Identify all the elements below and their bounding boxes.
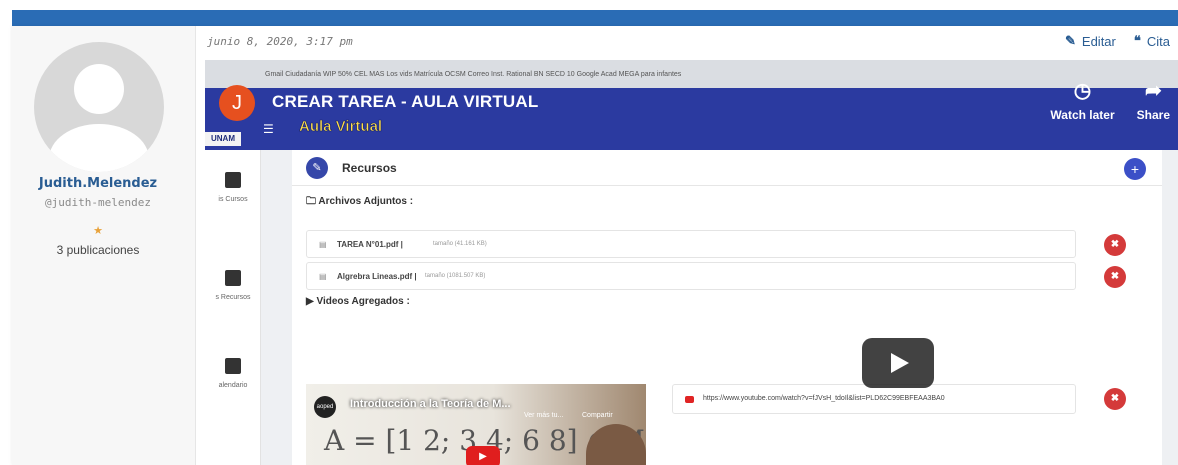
watch-later-label: Watch later — [1050, 108, 1115, 122]
star-icon: ★ — [93, 225, 103, 237]
avatar-head-shape — [74, 64, 124, 114]
thumbnail-share[interactable]: Compartir — [582, 412, 613, 419]
nav-label: alendario — [218, 382, 248, 389]
video-link-row[interactable]: https://www.youtube.com/watch?v=fJVsH_td… — [672, 384, 1076, 414]
nav-item-recursos[interactable]: s Recursos — [205, 270, 261, 301]
video-title[interactable]: CREAR TAREA - AULA VIRTUAL — [272, 92, 538, 112]
pencil-icon: ✎ — [1065, 33, 1076, 48]
youtube-icon — [685, 396, 694, 403]
clock-icon: ◷ — [1073, 80, 1092, 102]
file-icon: ▤ — [319, 240, 327, 249]
quote-button[interactable]: ❝ Cita — [1134, 33, 1170, 49]
username-link[interactable]: Judith.Melendez — [12, 176, 184, 191]
video-overlay-actions: ◷ Watch later ➦ Share — [1050, 80, 1170, 122]
avatar[interactable] — [34, 42, 164, 172]
quote-icon: ❝ — [1133, 33, 1141, 48]
resources-header: ✎ Recursos + — [292, 150, 1162, 186]
video-icon: ▶ — [306, 296, 317, 307]
avatar-body-shape — [49, 124, 149, 172]
nav-item-cursos[interactable]: is Cursos — [205, 172, 261, 203]
add-button[interactable]: + — [1124, 158, 1146, 180]
videos-label-text: Videos Agregados : — [316, 296, 410, 307]
nav-label: is Cursos — [218, 196, 248, 203]
embedded-video[interactable]: Gmail Ciudadanía WIP 50% CEL MAS Los vid… — [205, 60, 1178, 465]
post-date: junio 8, 2020, 3:17 pm — [207, 35, 353, 48]
thumbnail-channel-logo: aoped — [314, 396, 336, 418]
edit-label: Editar — [1081, 33, 1116, 49]
share-button[interactable]: ➦ Share — [1137, 80, 1170, 122]
unam-logo: UNAM — [205, 132, 241, 146]
book-icon — [225, 172, 241, 188]
app-side-nav: is Cursos s Recursos alendario — [205, 150, 261, 465]
attachments-label-text: Archivos Adjuntos : — [318, 196, 414, 207]
delete-video-button[interactable]: ✖ — [1104, 388, 1126, 410]
user-handle: @judith-melendez — [45, 196, 151, 209]
channel-avatar[interactable]: J — [219, 85, 255, 121]
video-thumbnail[interactable]: A = [1 2; 3 4; 6 8] ∈ M aoped Introducci… — [306, 384, 646, 465]
nav-item-calendario[interactable]: alendario — [205, 358, 261, 389]
file-size: tamaño (41.161 KB) — [433, 241, 487, 247]
edit-button[interactable]: ✎ Editar — [1065, 33, 1116, 49]
file-size: tamaño (1081.507 KB) — [425, 273, 486, 279]
play-button[interactable] — [862, 338, 934, 388]
calendar-icon — [225, 358, 241, 374]
attachments-label: 🗀 Archivos Adjuntos : — [306, 194, 413, 211]
edit-doc-icon: ✎ — [306, 157, 328, 179]
post-actions: ✎ Editar ❝ Cita — [1065, 33, 1170, 49]
resources-title: Recursos — [342, 161, 397, 175]
resources-card: ✎ Recursos + 🗀 Archivos Adjuntos : ▤ TAR… — [292, 150, 1162, 465]
user-column: Judith.Melendez @judith-melendez ★ 3 pub… — [12, 26, 196, 465]
video-link[interactable]: https://www.youtube.com/watch?v=fJVsH_td… — [703, 395, 945, 402]
thumbnail-play-button[interactable]: ▶ — [466, 446, 500, 465]
share-label: Share — [1136, 108, 1170, 122]
browser-bookmarks-bar: Gmail Ciudadanía WIP 50% CEL MAS Los vid… — [205, 60, 1178, 88]
file-icon: ▤ — [319, 272, 327, 281]
watch-later-button[interactable]: ◷ Watch later — [1050, 80, 1114, 122]
file-name[interactable]: TAREA N°01.pdf | — [337, 240, 403, 249]
delete-file-button[interactable]: ✖ — [1104, 266, 1126, 288]
aula-virtual-title: Aula Virtual — [299, 118, 383, 136]
post-count: 3 publicaciones — [56, 243, 140, 257]
share-arrow-icon: ➦ — [1144, 80, 1162, 102]
videos-label: ▶ Videos Agregados : — [306, 296, 410, 307]
folder-user-icon — [225, 270, 241, 286]
nav-label: s Recursos — [215, 294, 251, 301]
folder-icon: 🗀 — [306, 196, 319, 207]
quote-label: Cita — [1146, 33, 1170, 49]
delete-file-button[interactable]: ✖ — [1104, 234, 1126, 256]
file-row[interactable]: ▤ TAREA N°01.pdf | tamaño (41.161 KB) — [306, 230, 1076, 258]
file-name[interactable]: Algrebra Lineas.pdf | — [337, 272, 417, 281]
thumbnail-title: Introducción a la Teoría de M... — [350, 398, 511, 410]
top-bar — [12, 10, 1178, 26]
thumbnail-watch-later[interactable]: Ver más tu... — [524, 412, 563, 419]
file-row[interactable]: ▤ Algrebra Lineas.pdf | tamaño (1081.507… — [306, 262, 1076, 290]
hamburger-icon: ☰ — [263, 122, 274, 136]
